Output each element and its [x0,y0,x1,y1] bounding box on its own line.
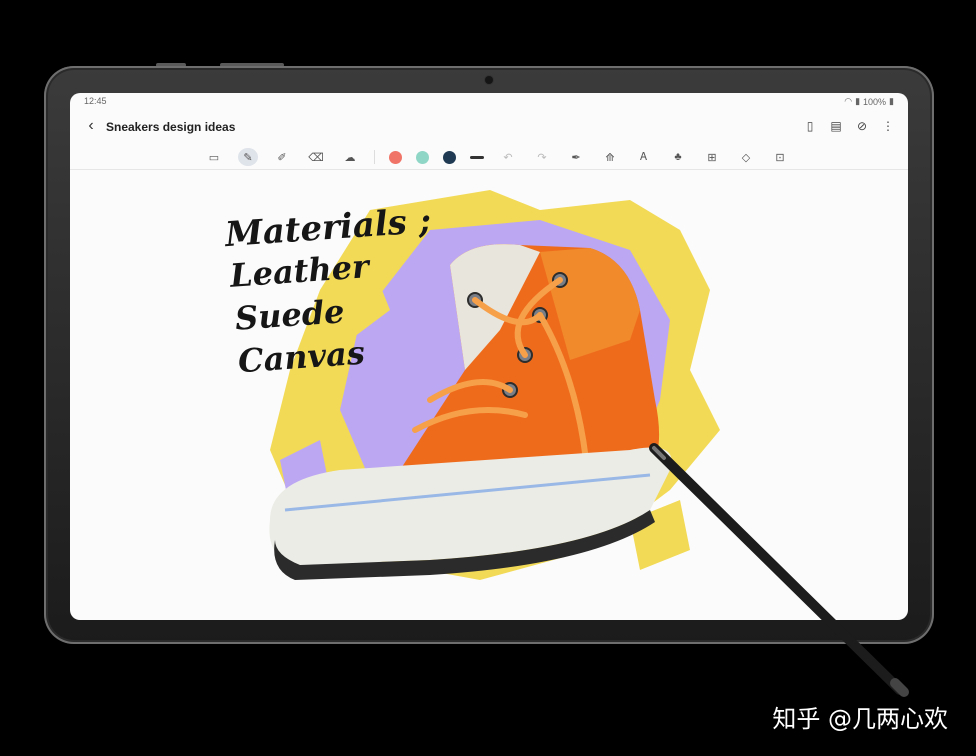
eraser-icon[interactable]: ⌫ [306,148,326,166]
page-view-icon[interactable]: ▤ [828,118,844,134]
text-icon[interactable]: ⟰ [600,148,620,166]
tablet-screen: 12:45 ◠ ▮ 100% ▮ ‹ Sneakers design ideas… [70,93,908,620]
stroke-width-icon[interactable] [470,155,484,159]
lock-icon[interactable]: ⊡ [770,148,790,166]
signal-icon: ▮ [855,96,861,106]
fill-icon[interactable]: ♣ [668,148,688,166]
lasso-icon[interactable]: ☁ [340,148,360,166]
front-camera [485,76,493,84]
status-time: 12:45 [84,96,107,106]
highlighter-icon[interactable]: ✐ [272,148,292,166]
template-icon[interactable]: ◇ [736,148,756,166]
more-icon[interactable]: ⋮ [880,118,896,134]
back-icon[interactable]: ‹ [82,117,100,135]
pen-settings-icon[interactable]: ✒ [566,148,586,166]
title-bar: ‹ Sneakers design ideas ▯ ▤ ⊘ ⋮ [70,113,908,141]
wifi-icon: ◠ [844,96,853,106]
status-right: ◠ ▮ 100% ▮ [844,96,894,107]
sneaker-illustration [269,190,720,580]
attach-icon[interactable]: ⊘ [854,118,870,134]
stage: 12:45 ◠ ▮ 100% ▮ ‹ Sneakers design ideas… [0,0,976,756]
shape-icon[interactable]: Ꭺ [634,148,654,166]
undo-icon[interactable]: ↶ [498,148,518,166]
watermark: 知乎 @几两心欢 [772,705,948,733]
battery-icon: ▮ [889,96,894,106]
toolbar-divider [374,150,375,164]
title-actions: ▯ ▤ ⊘ ⋮ [802,118,896,134]
status-bar: 12:45 ◠ ▮ 100% ▮ [70,93,908,109]
pen-icon[interactable]: ✎ [238,148,258,166]
toolbar-tools: ▭ ✎ ✐ ⌫ ☁ ↶ ↷ ✒ ⟰ Ꭺ ♣ ⊞ ◇ ⊡ [204,148,790,166]
page-title: Sneakers design ideas [106,120,236,134]
battery-level: 100% [863,96,887,107]
color-swatch[interactable] [416,150,429,164]
note-line: Suede [233,292,346,338]
redo-icon[interactable]: ↷ [532,148,552,166]
color-swatch[interactable] [443,150,456,164]
drawing-toolbar: ▭ ✎ ✐ ⌫ ☁ ↶ ↷ ✒ ⟰ Ꭺ ♣ ⊞ ◇ ⊡ [70,145,908,170]
color-swatch[interactable] [389,150,402,164]
insert-icon[interactable]: ⊞ [702,148,722,166]
book-view-icon[interactable]: ▯ [802,118,818,134]
keyboard-icon[interactable]: ▭ [204,148,224,166]
note-canvas[interactable]: Materials ; Leather Suede Canvas [70,170,908,620]
